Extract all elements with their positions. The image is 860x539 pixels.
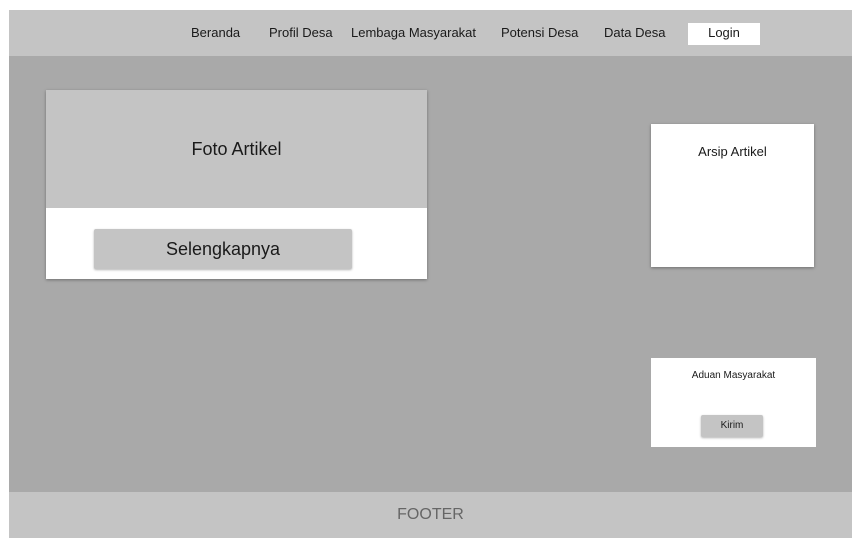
nav-item-lembaga-masyarakat[interactable]: Lembaga Masyarakat (351, 25, 476, 40)
article-card: Foto Artikel Selengkapnya (46, 90, 427, 279)
article-photo-label: Foto Artikel (191, 138, 282, 159)
article-archive-card: Arsip Artikel (651, 124, 814, 267)
top-navbar: Beranda Profil Desa Lembaga Masyarakat P… (9, 10, 852, 56)
nav-item-profil-desa[interactable]: Profil Desa (269, 25, 333, 40)
nav-item-beranda[interactable]: Beranda (191, 25, 240, 40)
read-more-button[interactable]: Selengkapnya (94, 229, 352, 269)
send-button[interactable]: Kirim (701, 415, 763, 437)
nav-item-potensi-desa[interactable]: Potensi Desa (501, 25, 578, 40)
login-button[interactable]: Login (688, 23, 760, 45)
article-photo-placeholder: Foto Artikel (46, 90, 427, 208)
read-more-label: Selengkapnya (165, 238, 281, 259)
page-canvas: Beranda Profil Desa Lembaga Masyarakat P… (9, 10, 852, 538)
archive-title: Arsip Artikel (698, 144, 767, 159)
complaint-title: Aduan Masyarakat (691, 370, 776, 381)
footer-label: FOOTER (397, 506, 464, 523)
nav-item-data-desa[interactable]: Data Desa (604, 25, 665, 40)
complaint-card: Aduan Masyarakat Kirim (651, 358, 816, 447)
footer: FOOTER (9, 492, 852, 538)
